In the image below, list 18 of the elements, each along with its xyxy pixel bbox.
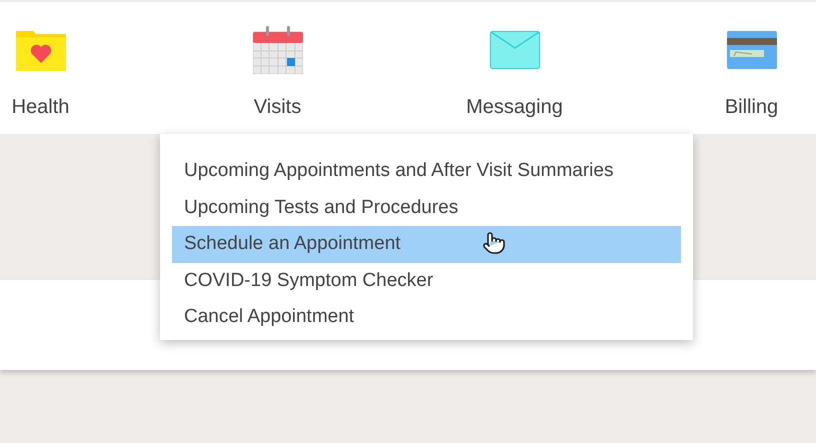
nav-item[interactable]: Billing <box>633 2 816 134</box>
credit-card-icon <box>726 31 776 69</box>
menu-item[interactable]: Cancel Appointment <box>172 299 681 336</box>
pointer-icon <box>482 231 506 255</box>
menu-item[interactable]: COVID-19 Symptom Checker <box>172 262 681 299</box>
nav-label: Health <box>12 96 70 119</box>
envelope-icon <box>490 31 540 69</box>
nav-label: Visits <box>254 96 302 119</box>
nav-label: Billing <box>724 96 778 119</box>
menu-item[interactable]: Upcoming Appointments and After Visit Summaries <box>172 153 681 190</box>
menu-item[interactable]: Upcoming Tests and Procedures <box>172 190 681 226</box>
nav-label: Messaging <box>466 96 563 119</box>
menu-item[interactable]: Schedule an Appointment <box>172 226 681 262</box>
nav-item[interactable]: Health <box>0 2 159 134</box>
nav-item[interactable]: Visits <box>159 2 396 134</box>
folder-heart-icon <box>16 29 66 71</box>
calendar-icon <box>252 26 302 74</box>
nav-item[interactable]: Messaging <box>396 2 633 134</box>
